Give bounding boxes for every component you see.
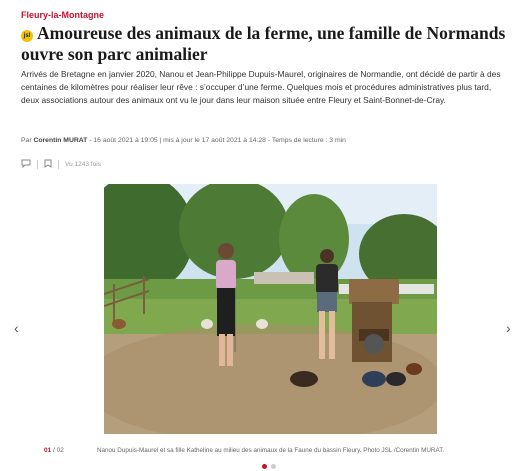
chevron-left-icon[interactable]: ‹ [14,320,19,336]
chevron-right-icon[interactable]: › [506,320,511,336]
total-slides: 02 [56,447,64,454]
article-meta: Par Corentin MURAT - 16 août 2021 à 19:0… [21,137,346,144]
current-slide: 01 [44,447,52,454]
bookmark-icon[interactable] [44,159,52,170]
comment-icon[interactable] [21,159,31,170]
author-name[interactable]: Corentin MURAT [33,137,87,144]
gallery-counter: 01 / 02 [44,447,64,454]
jsl-badge-icon: jsl [21,30,33,42]
meta-dates: - 16 août 2021 à 19:05 | mis à jour le 1… [89,137,346,144]
category-link[interactable]: Fleury-la-Montagne [21,10,104,20]
headline-text: Amoureuse des animaux de la ferme, une f… [21,23,506,64]
toolbar-divider [58,159,59,169]
gallery-dot[interactable] [262,464,267,469]
toolbar-divider [37,159,38,169]
gallery-photo[interactable] [104,184,437,434]
article-toolbar: Vu 1243 fois [21,158,101,170]
farm-photo [104,184,437,434]
meta-prefix: Par [21,137,32,144]
headline: jsl Amoureuse des animaux de la ferme, un… [21,23,511,65]
photo-caption: Nanou Dupuis-Maurel et sa fille Kathelin… [97,447,445,454]
article-chapo: Arrivés de Bretagne en janvier 2020, Nan… [21,69,501,105]
view-count: Vu 1243 fois [65,160,101,168]
gallery-dots [262,464,276,469]
gallery-dot[interactable] [271,464,276,469]
